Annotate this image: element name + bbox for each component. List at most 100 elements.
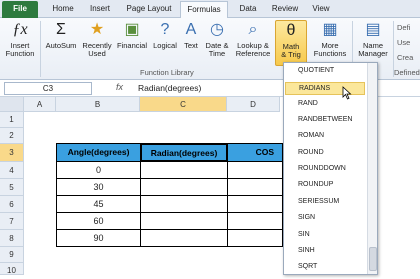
use-in-formula-item[interactable]: Use — [397, 38, 410, 47]
menu-item-roundup[interactable]: ROUNDUP — [298, 181, 333, 188]
menu-item-quotient[interactable]: QUOTIENT — [298, 67, 334, 74]
worksheet: A B C D 1 2 3 4 5 6 7 8 9 10 Angle(degre… — [0, 97, 283, 275]
table-cell-angle[interactable]: 60 — [56, 212, 141, 230]
menu-item-sqrt[interactable]: SQRT — [298, 263, 317, 270]
recently-used-label: Recently Used — [82, 41, 112, 58]
logical-button[interactable]: ? Logical — [150, 20, 180, 50]
column-header-d[interactable]: D — [227, 97, 280, 112]
tab-page-layout[interactable]: Page Layout — [122, 1, 176, 18]
row-header[interactable]: 1 — [0, 112, 24, 128]
create-from-selection-item[interactable]: Crea — [397, 53, 413, 62]
table-cell-cos[interactable] — [227, 161, 283, 179]
table-cell-angle[interactable]: 45 — [56, 195, 141, 213]
column-header-a[interactable]: A — [24, 97, 56, 112]
menu-item-sign[interactable]: SIGN — [298, 214, 315, 221]
autosum-label: AutoSum — [45, 41, 77, 50]
menu-item-sin[interactable]: SIN — [298, 231, 310, 238]
more-label: More Functions — [313, 41, 347, 58]
menu-item-randbetween[interactable]: RANDBETWEEN — [298, 116, 352, 123]
math-trig-dropdown: QUOTIENT RADIANS RAND RANDBETWEEN ROMAN … — [283, 62, 378, 275]
book-icon: ▣ — [124, 21, 140, 38]
table-header-radian[interactable]: Radian(degrees) — [140, 143, 228, 162]
tab-data[interactable]: Data — [234, 1, 262, 18]
menu-item-round[interactable]: ROUND — [298, 149, 324, 156]
mouse-cursor-icon — [342, 86, 352, 100]
tab-review[interactable]: Review — [268, 1, 302, 18]
row-header[interactable]: 10 — [0, 263, 24, 275]
row-header[interactable]: 2 — [0, 128, 24, 144]
table-cell-angle[interactable]: 30 — [56, 178, 141, 196]
menu-item-rand[interactable]: RAND — [298, 100, 318, 107]
insert-function-button[interactable]: ƒx Insert Function — [2, 20, 38, 58]
row-header[interactable]: 4 — [0, 162, 24, 179]
menu-item-sinh[interactable]: SINH — [298, 247, 315, 254]
tab-formulas[interactable]: Formulas — [180, 1, 228, 18]
formula-input[interactable]: Radian(degrees) — [138, 82, 278, 95]
table-header-cos[interactable]: COS — [227, 143, 283, 162]
row-header[interactable]: 8 — [0, 230, 24, 247]
row-header[interactable]: 7 — [0, 213, 24, 230]
date-time-button[interactable]: ◷ Date & Time — [203, 20, 231, 58]
table-cell-cos[interactable] — [227, 229, 283, 247]
math-trig-button[interactable]: θ Math & Trig — [275, 20, 307, 66]
star-icon: ★ — [89, 21, 105, 38]
dropdown-scrollbar[interactable] — [367, 63, 377, 274]
recently-used-button[interactable]: ★ Recently Used — [80, 20, 114, 58]
name-manager-button[interactable]: ▤ Name Manager — [355, 20, 391, 58]
fx-icon[interactable]: fx — [116, 82, 123, 92]
function-library-label: Function Library — [140, 68, 194, 77]
question-icon: ? — [160, 21, 170, 38]
column-header-b[interactable]: B — [56, 97, 140, 112]
autosum-button[interactable]: Σ AutoSum — [44, 20, 78, 50]
theta-icon: θ — [286, 22, 296, 39]
column-header-c[interactable]: C — [140, 97, 227, 112]
insert-function-label: Insert Function — [5, 41, 35, 58]
menu-item-rounddown[interactable]: ROUNDDOWN — [298, 165, 346, 172]
menu-item-seriessum[interactable]: SERIESSUM — [298, 198, 339, 205]
lookup-label: Lookup & Reference — [235, 41, 271, 58]
tab-home[interactable]: Home — [48, 1, 78, 18]
magnifier-icon: ⌕ — [248, 21, 258, 38]
fx-icon: ƒx — [12, 21, 28, 38]
tab-insert[interactable]: Insert — [84, 1, 116, 18]
clock-icon: ◷ — [210, 21, 224, 38]
tag-icon: ▤ — [365, 21, 381, 38]
select-all-corner[interactable] — [0, 97, 24, 112]
sigma-icon: Σ — [56, 21, 66, 38]
text-icon: A — [185, 21, 197, 38]
scrollbar-thumb[interactable] — [369, 247, 377, 271]
row-header[interactable]: 3 — [0, 144, 24, 162]
math-label: Math & Trig — [281, 42, 301, 59]
table-cell-radian[interactable] — [140, 212, 228, 230]
name-box[interactable]: C3 — [4, 82, 92, 95]
define-name-item[interactable]: Defi — [397, 23, 410, 32]
table-cell-angle[interactable]: 90 — [56, 229, 141, 247]
table-cell-radian[interactable] — [140, 178, 228, 196]
tab-file[interactable]: File — [2, 1, 38, 18]
menu-item-roman[interactable]: ROMAN — [298, 132, 324, 139]
financial-label: Financial — [116, 41, 147, 50]
more-functions-button[interactable]: ▦ More Functions — [312, 20, 348, 58]
table-cell-radian[interactable] — [140, 161, 228, 179]
table-header-angle[interactable]: Angle(degrees) — [56, 143, 141, 162]
menu-item-radians[interactable]: RADIANS — [285, 82, 365, 95]
table-cell-cos[interactable] — [227, 212, 283, 230]
ribbon-tabs: File Home Insert Page Layout Formulas Da… — [0, 0, 420, 18]
row-header[interactable]: 6 — [0, 196, 24, 213]
table-cell-cos[interactable] — [227, 178, 283, 196]
text-label: Text — [184, 41, 198, 50]
table-cell-angle[interactable]: 0 — [56, 161, 141, 179]
tab-view[interactable]: View — [308, 1, 334, 18]
financial-button[interactable]: ▣ Financial — [114, 20, 150, 50]
date-time-label: Date & Time — [205, 41, 229, 58]
text-button[interactable]: A Text — [180, 20, 202, 50]
table-cell-cos[interactable] — [227, 195, 283, 213]
logical-label: Logical — [153, 41, 177, 50]
row-header[interactable]: 9 — [0, 247, 24, 263]
row-header[interactable]: 5 — [0, 179, 24, 196]
name-manager-label: Name Manager — [358, 41, 388, 58]
defined-names-label: Defined — [394, 68, 420, 77]
lookup-reference-button[interactable]: ⌕ Lookup & Reference — [232, 20, 274, 58]
table-cell-radian[interactable] — [140, 229, 228, 247]
table-cell-radian[interactable] — [140, 195, 228, 213]
